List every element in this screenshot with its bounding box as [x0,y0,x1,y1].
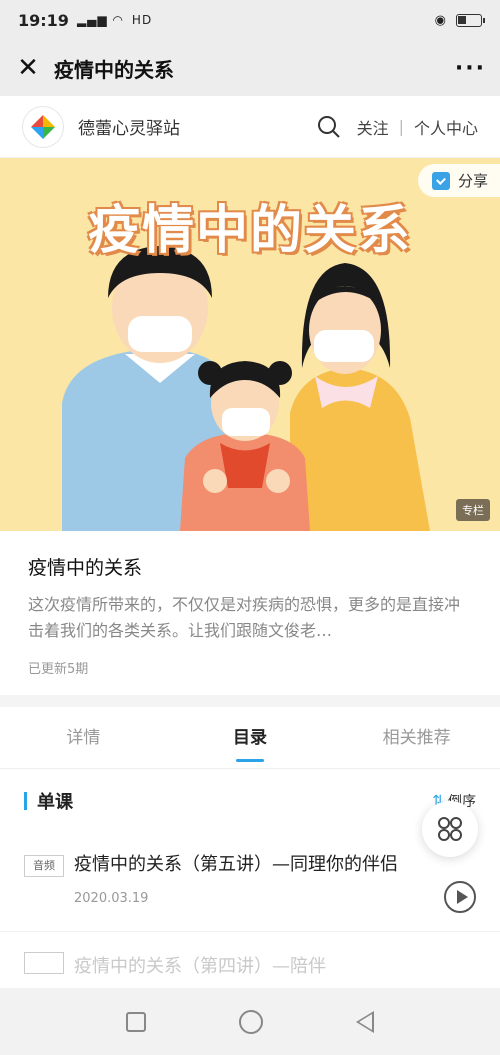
profile-link[interactable]: 个人中心 [414,115,478,139]
home-icon[interactable] [238,1009,263,1034]
alarm-icon: ◉ [434,12,446,28]
list-item[interactable]: 疫情中的关系（第四讲）—陪伴 [0,932,500,978]
status-bar: 19:19 ▂▄▆ ◠ HD ◉ [0,0,500,40]
course-info: 疫情中的关系 这次疫情所带来的，不仅仅是对疾病的恐惧，更多的是直接冲击着我们的各… [0,531,500,695]
tab-catalog[interactable]: 目录 [167,707,334,768]
tab-details[interactable]: 详情 [0,707,167,768]
signal-icon: ▂▄▆ ◠ [76,13,124,27]
system-nav-bar [0,988,500,1055]
course-title: 疫情中的关系 [28,557,143,579]
lesson-title: 疫情中的关系（第五讲）—同理你的伴侣 [74,854,398,875]
nav-bar: ✕ 疫情中的关系 ··· [0,40,500,96]
lesson-title: 疫情中的关系（第四讲）—陪伴 [74,956,326,977]
play-icon[interactable] [444,881,476,913]
shop-name[interactable]: 德蕾心灵驿站 [78,114,180,139]
tab-bar: 详情 目录 相关推荐 [0,707,500,769]
divider: | [398,117,404,136]
section-gap [0,695,500,707]
menu-fab-button[interactable] [422,801,478,857]
tab-recommendations[interactable]: 相关推荐 [333,707,500,768]
follow-button[interactable]: 关注 [357,115,389,139]
shop-logo[interactable] [22,105,64,148]
lesson-date: 2020.03.19 [74,891,149,906]
share-button[interactable]: 分享 [417,164,500,197]
column-tag: 专栏 [456,499,490,521]
search-icon[interactable] [317,115,341,139]
grid-menu-icon [438,817,462,841]
section-accent-bar [24,792,27,810]
audio-badge [24,952,64,974]
course-banner: 疫情中的关系 分享 专栏 [0,158,500,531]
status-time: 19:19 [18,10,69,30]
shop-logo-icon [31,114,55,139]
update-count: 已更新5期 [28,662,89,677]
shop-header: 德蕾心灵驿站 关注 | 个人中心 [0,96,500,158]
course-description: 这次疫情所带来的，不仅仅是对疾病的恐惧，更多的是直接冲击着我们的各类关系。让我们… [28,595,461,640]
banner-title: 疫情中的关系 [87,200,412,261]
battery-icon [456,13,485,27]
more-menu-button[interactable]: ··· [455,56,486,81]
page-title: 疫情中的关系 [54,57,174,82]
recent-apps-icon[interactable] [126,1011,147,1032]
share-label: 分享 [457,172,488,190]
list-item[interactable]: 音频 疫情中的关系（第五讲）—同理你的伴侣 2020.03.19 [0,833,500,932]
audio-badge: 音频 [24,855,64,877]
back-icon[interactable] [355,1010,374,1033]
network-label: HD [131,13,153,27]
main-content: 德蕾心灵驿站 关注 | 个人中心 疫情中的关系 分享 专栏 疫情中的关系 这次疫… [0,96,500,988]
share-icon [431,171,450,190]
close-icon[interactable]: ✕ [14,53,42,83]
section-title: 单课 [37,792,73,813]
